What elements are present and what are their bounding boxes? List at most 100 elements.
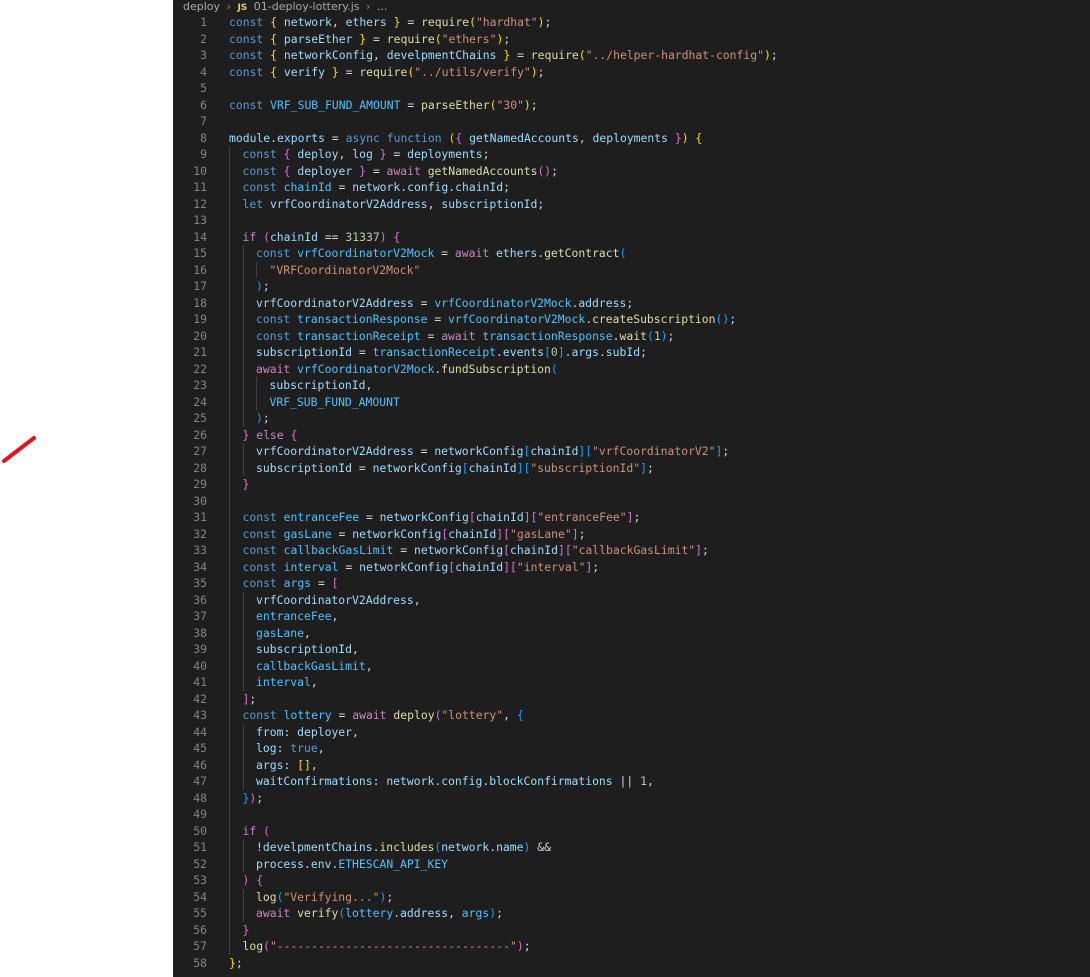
code-line[interactable]: 35 const args = [: [173, 575, 1090, 592]
code-line[interactable]: 58};: [173, 955, 1090, 972]
code-line[interactable]: 26} else {: [173, 426, 1090, 443]
line-number: 23: [193, 378, 207, 392]
code-token: .: [270, 130, 278, 145]
code-line[interactable]: 13: [173, 212, 1090, 229]
code-token: {: [516, 708, 524, 722]
code-line[interactable]: 32 const gasLane = networkConfig [chainId]…: [173, 525, 1090, 542]
code-line[interactable]: 18 vrfCoordinatorV2Address = vrfCoordinat…: [173, 294, 1090, 311]
code-line[interactable]: 9 const { deploy, log } = deployments;: [173, 146, 1090, 163]
code-line[interactable]: 22 await vrfCoordinatorV2Mock.fundSubscri…: [173, 360, 1090, 378]
indent-guide: [229, 459, 230, 476]
breadcrumb-symbol[interactable]: ...: [377, 0, 388, 13]
code-line[interactable]: 7: [173, 113, 1090, 130]
code-line[interactable]: 48});: [173, 789, 1090, 806]
code-line[interactable]: 49: [173, 806, 1090, 823]
code-line[interactable]: 57 log("---------------------------------…: [173, 938, 1090, 955]
code-line[interactable]: 16 "VRFCoordinatorV2Mock": [173, 261, 1090, 278]
code-line[interactable]: 15 const vrfCoordinatorV2Mock = await eth…: [173, 245, 1090, 262]
code-line[interactable]: 55 await verify(lottery.address, args);: [173, 905, 1090, 922]
code-line[interactable]: 8 module.exports = async function ({ getN…: [173, 130, 1090, 147]
code-token: log: [256, 889, 277, 904]
code-line[interactable]: 31 const entranceFee = networkConfig[chai…: [173, 509, 1090, 526]
code-token: transactionReceipt: [372, 345, 497, 359]
code-line[interactable]: 41 interval,: [173, 674, 1090, 691]
code-line[interactable]: 53) {: [173, 872, 1090, 889]
code-line[interactable]: 52 process.env.ETHESCAN_API_KEY: [173, 855, 1090, 872]
code-text: await vrfCoordinatorV2Mock.fundSubscript…: [256, 361, 558, 378]
code-token: }: [667, 130, 682, 145]
code-token: verify: [297, 906, 339, 920]
code-line[interactable]: 38 gasLane,: [173, 624, 1090, 642]
code-token: "VRFCoordinatorV2Mock": [269, 262, 421, 277]
code-token: await: [454, 246, 497, 260]
breadcrumb-file[interactable]: 01-deploy-lottery.js: [254, 0, 360, 13]
code-line[interactable]: 44 from: deployer,: [173, 723, 1090, 740]
code-line[interactable]: 27 vrfCoordinatorV2Address = networkConfi…: [173, 443, 1090, 460]
breadcrumb-folder[interactable]: deploy: [183, 0, 220, 13]
code-token: network: [283, 15, 332, 29]
code-token: vrfCoordinatorV2Mock: [297, 361, 435, 376]
code-area[interactable]: 1 const { network, ethers } = require("ha…: [173, 14, 1090, 971]
code-token: {: [270, 64, 284, 79]
code-line[interactable]: 42];: [173, 690, 1090, 707]
line-number: 49: [193, 807, 207, 821]
code-line[interactable]: 23 subscriptionId,: [173, 377, 1090, 394]
code-token: blockConfirmations: [489, 774, 613, 788]
code-token: (): [537, 163, 552, 178]
code-line[interactable]: 30: [173, 492, 1090, 509]
code-line[interactable]: 24 VRF_SUB_FUND_AMOUNT: [173, 393, 1090, 410]
code-token: ): [530, 64, 538, 79]
code-token: ;: [646, 460, 654, 475]
code-token: ;: [256, 790, 264, 805]
indent-guide: [242, 756, 244, 773]
code-token: ]: [558, 543, 565, 557]
code-line[interactable]: 20 const transactionReceipt = await trans…: [173, 327, 1090, 344]
code-line[interactable]: 12 let vrfCoordinatorV2Address, subscript…: [173, 195, 1090, 212]
code-line[interactable]: 11 const chainId = network.config.chainId…: [173, 179, 1090, 196]
code-token: "../helper-hardhat-config": [585, 48, 764, 62]
code-line[interactable]: 5: [173, 80, 1090, 97]
code-line[interactable]: 56}: [173, 921, 1090, 938]
code-line[interactable]: 28 subscriptionId = networkConfig[chainId…: [173, 459, 1090, 476]
code-line[interactable]: 29}: [173, 476, 1090, 493]
code-line[interactable]: 50 if (: [173, 822, 1090, 839]
code-line[interactable]: 45 log: true,: [173, 740, 1090, 757]
indent-guide: [229, 492, 230, 509]
code-line[interactable]: 19 const transactionResponse = vrfCoordin…: [173, 311, 1090, 328]
code-line[interactable]: 39 subscriptionId,: [173, 641, 1090, 658]
code-line[interactable]: 17);: [173, 278, 1090, 295]
code-text: gasLane,: [256, 625, 311, 642]
code-line[interactable]: 10 const { deployer } = await getNamedAcc…: [173, 162, 1090, 179]
code-line[interactable]: 3 const { networkConfig, develpmentChains…: [173, 47, 1090, 64]
code-token: wait: [619, 328, 647, 343]
code-line[interactable]: 4 const { verify } = require("../utils/ve…: [173, 64, 1090, 81]
code-token: ethers: [496, 246, 538, 260]
code-token: const: [242, 708, 284, 722]
code-line[interactable]: 36 vrfCoordinatorV2Address,: [173, 591, 1090, 608]
code-line[interactable]: 37 entranceFee,: [173, 608, 1090, 625]
indent-guide: [229, 888, 230, 905]
code-text: log("----------------------------------"…: [243, 938, 531, 955]
code-token: }: [325, 64, 346, 79]
code-editor[interactable]: deploy › JS 01-deploy-lottery.js › ... 1…: [173, 0, 1090, 977]
code-line[interactable]: 46 args: [],: [173, 756, 1090, 773]
code-line[interactable]: 40 callbackGasLimit,: [173, 657, 1090, 674]
code-line[interactable]: 43 const lottery = await deploy("lottery"…: [173, 707, 1090, 724]
code-line[interactable]: 51 !develpmentChains.includes(network.nam…: [173, 839, 1090, 856]
code-line[interactable]: 6 const VRF_SUB_FUND_AMOUNT = parseEther(…: [173, 97, 1090, 114]
code-text: const { network, ethers } = require("har…: [229, 14, 551, 31]
code-token: {: [290, 427, 298, 442]
code-line[interactable]: 34 const interval = networkConfig [chainId…: [173, 558, 1090, 575]
code-token: networkConfig: [352, 526, 442, 541]
code-line[interactable]: 1 const { network, ethers } = require("ha…: [173, 14, 1090, 31]
code-line[interactable]: 54 log("Verifying...");: [173, 888, 1090, 905]
line-number: 28: [193, 460, 207, 475]
code-line[interactable]: 33 const callbackGasLimit = networkConfig…: [173, 542, 1090, 559]
code-line[interactable]: 25);: [173, 410, 1090, 427]
code-line[interactable]: 47 waitConfirmations: network.config.bloc…: [173, 773, 1090, 790]
code-line[interactable]: 21 subscriptionId = transactionReceipt.ev…: [173, 344, 1090, 361]
indent-guide: [229, 344, 230, 361]
code-line[interactable]: 2 const { parseEther } = require("ethers"…: [173, 31, 1090, 48]
line-number: 56: [193, 922, 207, 937]
code-line[interactable]: 14 if (chainId == 31337) {: [173, 228, 1090, 245]
